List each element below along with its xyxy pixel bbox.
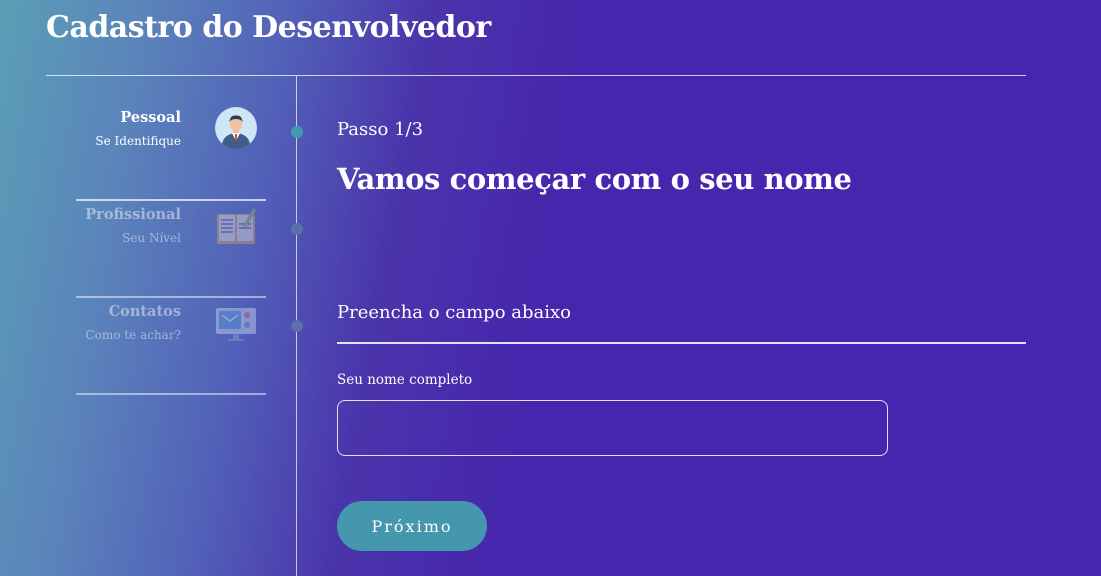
notebook-pencil-icon (217, 208, 256, 244)
step-subtitle: Seu Nível (122, 231, 181, 245)
step-subtitle: Como te achar? (85, 328, 182, 342)
monitor-contacts-icon (216, 308, 256, 341)
timeline-dot-active (291, 126, 303, 138)
step-divider (76, 296, 266, 298)
step-title: Pessoal (120, 109, 181, 126)
header-divider (46, 75, 1026, 76)
step-title: Profissional (85, 206, 181, 223)
step-title: Contatos (108, 303, 181, 320)
step-profissional[interactable]: Profissional Seu Nível (76, 202, 266, 298)
timeline-dot (291, 223, 303, 235)
step-divider (76, 393, 266, 395)
step-divider (76, 199, 266, 201)
step-contatos[interactable]: Contatos Como te achar? (76, 299, 266, 395)
timeline-dot (291, 320, 303, 332)
page-title: Cadastro do Desenvolvedor (46, 10, 491, 45)
step-subtitle: Se Identifique (95, 134, 181, 148)
name-field-label: Seu nome completo (337, 372, 473, 388)
user-avatar-icon (215, 107, 257, 149)
instruction-divider (337, 342, 1026, 344)
full-name-input[interactable] (337, 400, 888, 456)
instruction-text: Preencha o campo abaixo (337, 302, 571, 323)
headline: Vamos começar com o seu nome (337, 162, 852, 196)
next-button[interactable]: Próximo (337, 501, 487, 551)
step-counter: Passo 1/3 (337, 119, 424, 140)
step-pessoal[interactable]: Pessoal Se Identifique (76, 105, 266, 201)
